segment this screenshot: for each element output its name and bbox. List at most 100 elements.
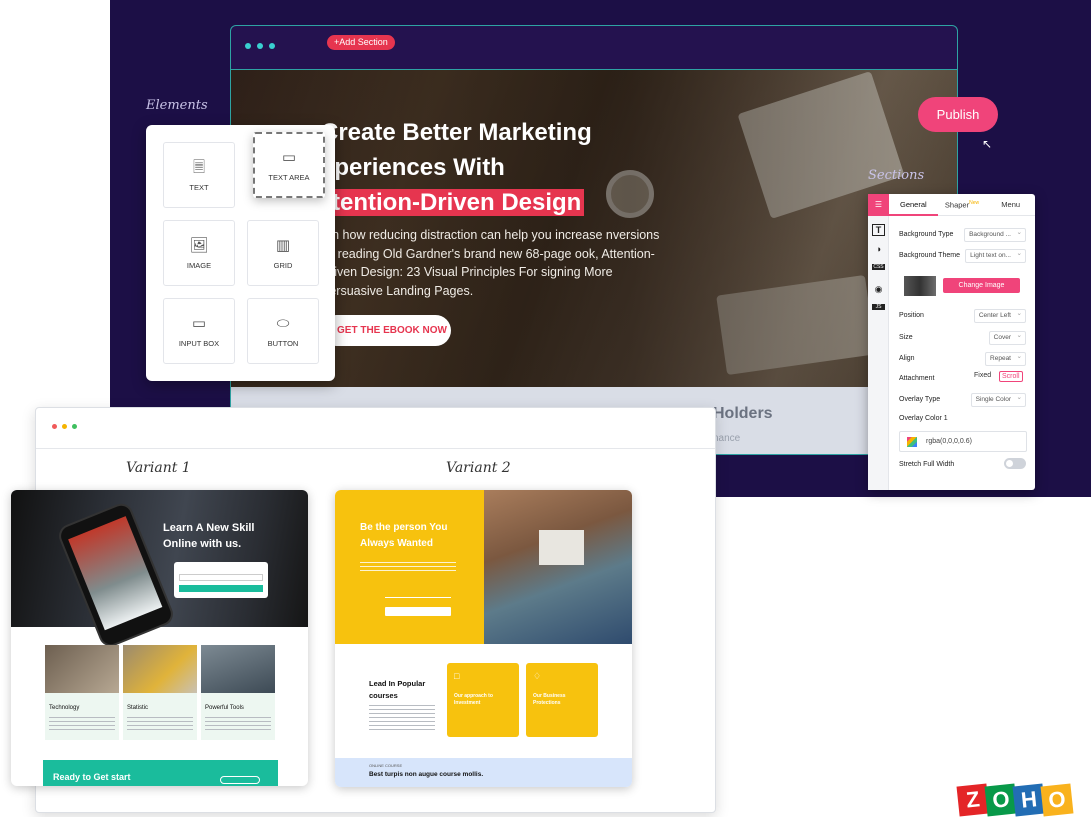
overlay-color-label: Overlay Color 1 xyxy=(899,415,948,422)
monitor-icon: □ xyxy=(454,671,460,681)
v2-card-title: Our Business Protections xyxy=(533,693,566,706)
tab-menu[interactable]: Menu xyxy=(986,200,1035,209)
tab-shaper[interactable]: ShaperNew xyxy=(938,200,987,210)
window-dots xyxy=(52,424,77,429)
v1-cta-text: Ready to Get start xyxy=(53,772,131,782)
button-element-tile[interactable]: ⬭ BUTTON xyxy=(247,298,319,364)
v2-hero-text xyxy=(360,562,456,572)
lightbulb-icon: ♢ xyxy=(533,671,542,681)
input-box-element-tile[interactable]: ▭ INPUT BOX xyxy=(163,298,235,364)
v1-card: Statistic xyxy=(123,645,197,740)
settings-rail: ☰ T ◑ CSS ◉ JS xyxy=(868,194,889,490)
zoho-logo: Z O H O xyxy=(956,783,1074,817)
mouse-cursor-icon: ↖ xyxy=(982,137,993,151)
background-theme-label: Background Theme xyxy=(899,252,960,259)
attachment-label: Attachment xyxy=(899,375,935,382)
align-select[interactable]: Repeat xyxy=(985,351,1026,366)
sections-icon[interactable]: ☰ xyxy=(868,194,889,216)
v1-card: Technology xyxy=(45,645,119,740)
grid-element-tile[interactable]: ▥ GRID xyxy=(247,220,319,286)
hero-section[interactable]: Create Better Marketing xperiences With … xyxy=(231,69,957,388)
v1-card-title: Statistic xyxy=(127,705,149,711)
v2-footer: ONLINE COURSE Best turpis non augue cour… xyxy=(335,758,632,787)
overlay-type-select[interactable]: Single Color xyxy=(970,392,1026,407)
get-ebook-button[interactable]: GET THE EBOOK NOW xyxy=(321,315,451,346)
hero-title-line1: Create Better Marketing xyxy=(321,119,592,146)
section-settings-panel: ☰ T ◑ CSS ◉ JS General ShaperNew Menu Ba… xyxy=(868,194,1035,490)
variant-2-preview[interactable]: Be the person You Always Wanted Lead In … xyxy=(335,490,632,787)
input-box-icon: ▭ xyxy=(191,313,207,332)
text-area-icon: ▭ xyxy=(281,147,297,166)
publish-button[interactable]: Publish xyxy=(918,97,998,132)
elements-heading: Elements xyxy=(146,98,208,113)
background-type-select[interactable]: Background ... xyxy=(964,227,1026,242)
v2-lead-title: Lead In Popular courses xyxy=(369,679,426,700)
v1-card: Powerful Tools xyxy=(201,645,275,740)
variant-1-label: Variant 1 xyxy=(126,460,191,476)
tile-label: BUTTON xyxy=(267,338,299,348)
attachment-fixed-option[interactable]: Fixed xyxy=(974,372,991,379)
position-label: Position xyxy=(899,312,924,319)
image-icon: 🖼 xyxy=(189,235,209,254)
tile-label: INPUT BOX xyxy=(178,338,220,348)
v2-card-title: Our approach to Investment xyxy=(454,693,493,706)
add-section-button[interactable]: +Add Section xyxy=(327,35,395,50)
overlay-type-label: Overlay Type xyxy=(899,396,941,403)
elements-panel: 🗏 TEXT ▭ TEXT AREA 🖼 IMAGE ▥ GRID ▭ INPU… xyxy=(146,125,335,381)
text-element-icon: 🗏 xyxy=(192,157,206,176)
tile-label: IMAGE xyxy=(186,260,212,270)
stretch-full-width-toggle[interactable] xyxy=(1004,458,1026,469)
v1-signup-form xyxy=(174,562,268,598)
tile-label: TEXT xyxy=(189,182,209,192)
hero-body[interactable]: arn how reducing distraction can help yo… xyxy=(321,226,661,300)
hero-title[interactable]: Create Better Marketing xperiences With … xyxy=(321,115,681,220)
overlay-color-field[interactable]: rgba(0,0,0,0.6) xyxy=(899,431,1027,452)
attachment-scroll-option[interactable]: Scroll xyxy=(999,371,1023,382)
size-select[interactable]: Cover xyxy=(988,330,1026,345)
v2-hero-input xyxy=(385,590,451,598)
background-theme-select[interactable]: Light text on... xyxy=(965,248,1026,263)
window-divider xyxy=(36,448,715,449)
tile-label: GRID xyxy=(273,260,293,270)
v2-feature-card: □ Our approach to Investment xyxy=(447,663,519,737)
eye-icon[interactable]: ◉ xyxy=(872,284,885,295)
next-section-subtitle: nance xyxy=(713,433,741,444)
v2-office-photo xyxy=(484,490,632,644)
next-section-title: Holders xyxy=(713,405,773,422)
text-icon[interactable]: T xyxy=(872,224,885,236)
tab-shaper-label: Shaper xyxy=(944,200,970,210)
v2-headline: Be the person You Always Wanted xyxy=(360,522,448,549)
tab-general[interactable]: General xyxy=(889,194,938,216)
size-label: Size xyxy=(899,334,913,341)
v1-card-title: Technology xyxy=(49,705,80,711)
hero-title-highlight: ttention-Driven Design xyxy=(321,189,585,216)
paint-icon[interactable]: ◑ xyxy=(872,244,885,254)
logo-letter: O xyxy=(1040,783,1074,817)
color-swatch-icon xyxy=(907,437,917,447)
position-select[interactable]: Center Left xyxy=(973,308,1026,323)
overlay-color-value: rgba(0,0,0,0.6) xyxy=(926,438,972,445)
align-label: Align xyxy=(899,355,915,362)
grid-icon: ▥ xyxy=(275,235,291,254)
image-element-tile[interactable]: 🖼 IMAGE xyxy=(163,220,235,286)
window-dots xyxy=(245,43,275,49)
v2-footer-eyebrow: ONLINE COURSE xyxy=(369,763,403,768)
text-area-tile[interactable]: ▭ TEXT AREA xyxy=(253,132,325,198)
v1-card-title: Powerful Tools xyxy=(205,705,244,711)
background-type-label: Background Type xyxy=(899,231,954,238)
settings-tabs: General ShaperNew Menu xyxy=(889,194,1035,216)
js-icon[interactable]: JS xyxy=(872,304,885,310)
hero-title-line2: xperiences With xyxy=(321,154,505,181)
v1-headline: Learn A New Skill Online with us. xyxy=(163,522,255,550)
sections-heading: Sections xyxy=(868,168,925,183)
editor-canvas: Create Better Marketing xperiences With … xyxy=(230,25,958,455)
variant-2-label: Variant 2 xyxy=(446,460,511,476)
text-element-tile[interactable]: 🗏 TEXT xyxy=(163,142,235,208)
variant-1-preview[interactable]: Learn A New Skill Online with us. Techno… xyxy=(11,490,308,786)
v2-footer-title: Best turpis non augue course mollis. xyxy=(369,771,484,778)
v2-hero-button xyxy=(385,607,451,616)
change-image-button[interactable]: Change Image xyxy=(943,278,1020,293)
css-icon[interactable]: CSS xyxy=(872,264,885,270)
stretch-full-width-label: Stretch Full Width xyxy=(899,461,955,468)
v1-cta-banner: Ready to Get start xyxy=(43,760,278,786)
